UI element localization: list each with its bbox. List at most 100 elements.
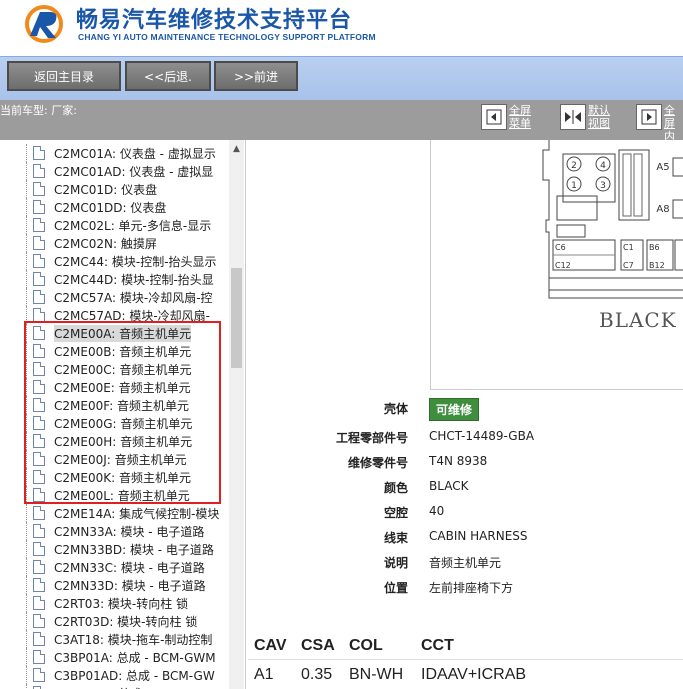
tree-item-label: C2RT03: 模块-转向柱 锁 (54, 597, 189, 611)
scroll-thumb[interactable] (231, 268, 242, 368)
tree-connector-line (26, 468, 27, 486)
tree-connector-line (26, 180, 27, 198)
tree-item[interactable]: C2MC01DD: 仪表盘 (0, 198, 232, 216)
back-main-button[interactable]: 返回主目录 (7, 61, 121, 91)
document-icon (33, 524, 45, 538)
tree-connector-line (26, 450, 27, 468)
tree-item[interactable]: C2MN33A: 模块 - 电子道路 (0, 522, 232, 540)
tree-item[interactable]: C2MC02N: 触摸屏 (0, 234, 232, 252)
tree-connector-line (26, 522, 27, 540)
tree-item[interactable]: C2ME14A: 集成气候控制-模块 (0, 504, 232, 522)
tree-item[interactable]: C3AT18: 模块-拖车-制动控制 (0, 630, 232, 648)
tree-item-label: C2MC44D: 模块-控制-抬头显 (54, 273, 214, 287)
tree-item-label: C2ME00L: 音频主机单元 (54, 489, 190, 503)
tree-item[interactable]: C2ME00K: 音频主机单元 (0, 468, 232, 486)
color-value: BLACK (429, 479, 469, 493)
tree-item[interactable]: C2MN33D: 模块 - 电子道路 (0, 576, 232, 594)
document-icon (33, 344, 45, 358)
tree-item-label: C2ME00B: 音频主机单元 (54, 345, 192, 359)
app-header: 畅易汽车维修技术支持平台 CHANG YI AUTO MAINTENANCE T… (0, 0, 683, 56)
document-icon (33, 560, 45, 574)
tree-connector-line (26, 630, 27, 648)
description-value: 音频主机单元 (429, 556, 502, 570)
tree-connector-line (26, 306, 27, 324)
tree-item[interactable]: C2MC57AD: 模块-冷却风扇- (0, 306, 232, 324)
tree-item[interactable]: C2ME00G: 音频主机单元 (0, 414, 232, 432)
current-model-label: 当前车型: 厂家: (0, 104, 77, 117)
tree-item[interactable]: C2MC02L: 单元-多信息-显示 (0, 216, 232, 234)
tree-item-label: C2MC57AD: 模块-冷却风扇- (54, 309, 210, 323)
default-view-icon (560, 104, 586, 130)
tree-item-label: C2MC01DD: 仪表盘 (54, 201, 167, 215)
fullscreen-menu-label-1: 全屏 (509, 104, 531, 117)
tree-connector-line (26, 324, 27, 342)
tree-item[interactable]: C3BP01A: 总成 - BCM-GWM (0, 648, 232, 666)
tree-connector-line (26, 360, 27, 378)
document-icon (33, 164, 45, 178)
tree-item[interactable]: C2MC01A: 仪表盘 - 虚拟显示 (0, 144, 232, 162)
tree-item[interactable]: C2MC44D: 模块-控制-抬头显 (0, 270, 232, 288)
document-icon (33, 542, 45, 556)
tree-item[interactable]: C2ME00C: 音频主机单元 (0, 360, 232, 378)
service-part-label: 维修零件号 (347, 456, 408, 470)
forward-button[interactable]: >>前进 (214, 61, 298, 91)
cavity-label: 2 (571, 161, 577, 171)
app-title: 畅易汽车维修技术支持平台 (76, 8, 353, 33)
tree-item-label: C2MN33C: 模块 - 电子道路 (54, 561, 205, 575)
tree-scrollbar[interactable]: ▲ (229, 140, 244, 689)
tree-item[interactable]: C2MN33BD: 模块 - 电子道路 (0, 540, 232, 558)
tree-item[interactable]: C2ME00H: 音频主机单元 (0, 432, 232, 450)
back-button[interactable]: <<后退. (125, 61, 211, 91)
tree-item[interactable]: C2MC01D: 仪表盘 (0, 180, 232, 198)
harness-value: CABIN HARNESS (429, 529, 528, 543)
scroll-up-arrow-icon[interactable]: ▲ (229, 144, 244, 156)
cavity-label: B12 (649, 261, 665, 270)
tree-connector-line (26, 648, 27, 666)
tree-item[interactable]: C2MC44: 模块-控制-抬头显示 (0, 252, 232, 270)
diagram-color-text: BLACK (599, 308, 677, 332)
service-part-value: T4N 8938 (429, 454, 488, 468)
tree-item-label: C2ME14A: 集成气候控制-模块 (54, 507, 220, 521)
tree-connector-line (26, 414, 27, 432)
tree-item[interactable]: C2ME00A: 音频主机单元 (0, 324, 232, 342)
tree-item[interactable]: C2ME00L: 音频主机单元 (0, 486, 232, 504)
fullscreen-menu-button[interactable]: 全屏 菜单 (481, 104, 531, 130)
document-icon (33, 380, 45, 394)
cavity-label: C1 (623, 243, 634, 252)
tree-connector-line (26, 540, 27, 558)
tree-item-label: C2ME00G: 音频主机单元 (54, 417, 193, 431)
tree-item-label: C2ME00K: 音频主机单元 (54, 471, 191, 485)
col-header-col: COL (349, 637, 383, 654)
default-view-button[interactable]: 默认 视图 (560, 104, 610, 130)
document-icon (33, 254, 45, 268)
tree-item[interactable]: C2ME00F: 音频主机单元 (0, 396, 232, 414)
connector-detail: 2 4 1 3 A5 A8 C6 C12 C1 C7 B6 B12 BLACK … (248, 140, 683, 689)
document-icon (33, 434, 45, 448)
tree-connector-line (26, 270, 27, 288)
tree-item[interactable]: C2ME00E: 音频主机单元 (0, 378, 232, 396)
tree-item-label: C2RT03D: 模块-转向柱 锁 (54, 615, 198, 629)
tree-item[interactable]: C2ME00B: 音频主机单元 (0, 342, 232, 360)
document-icon (33, 362, 45, 376)
cavity-label: C6 (555, 243, 566, 252)
tree-item[interactable]: C2ME00J: 音频主机单元 (0, 450, 232, 468)
tree-item[interactable]: C2MC01AD: 仪表盘 - 虚拟显 (0, 162, 232, 180)
fullscreen-menu-label-2: 菜单 (509, 117, 531, 130)
document-icon (33, 200, 45, 214)
location-value: 左前排座椅下方 (429, 581, 514, 595)
document-icon (33, 416, 45, 430)
tree-item[interactable]: C3BP01D: 总成 - BCM-GW (0, 684, 232, 689)
tree-connector-line (26, 504, 27, 522)
document-icon (33, 650, 45, 664)
tree-item[interactable]: C2RT03: 模块-转向柱 锁 (0, 594, 232, 612)
tree-connector-line (26, 666, 27, 684)
tree-item[interactable]: C2MC57A: 模块-冷却风扇-控 (0, 288, 232, 306)
tree-item[interactable]: C2RT03D: 模块-转向柱 锁 (0, 612, 232, 630)
color-label: 颜色 (383, 481, 408, 495)
tree-item[interactable]: C3BP01AD: 总成 - BCM-GW (0, 666, 232, 684)
tree-item-label: C2ME00A: 音频主机单元 (54, 325, 192, 342)
eng-part-label: 工程零部件号 (335, 431, 408, 445)
tree-item-label: C2MC01D: 仪表盘 (54, 183, 158, 197)
tree-item[interactable]: C2MN33C: 模块 - 电子道路 (0, 558, 232, 576)
tree-connector-line (26, 198, 27, 216)
